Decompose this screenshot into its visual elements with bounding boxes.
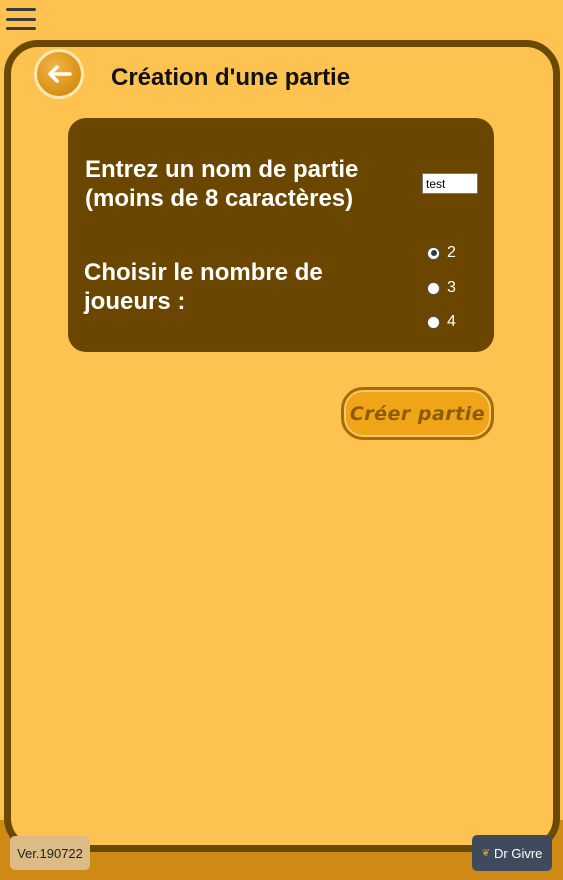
player-option-label: 4 xyxy=(447,313,456,330)
player-count-label-line1: Choisir le nombre de xyxy=(84,259,323,286)
player-count-label-line2: joueurs : xyxy=(84,288,186,315)
radio-button-2[interactable] xyxy=(427,246,440,260)
player-option-2[interactable]: 2 xyxy=(427,244,456,262)
user-name: Dr Givre xyxy=(494,845,543,861)
game-name-label-line1: Entrez un nom de partie xyxy=(85,156,359,183)
version-badge: Ver.190722 xyxy=(10,836,90,870)
create-game-button[interactable]: Créer partie xyxy=(341,387,494,440)
back-button[interactable] xyxy=(34,49,84,99)
leaf-icon: ❦ xyxy=(481,847,490,859)
page-title: Création d'une partie xyxy=(111,64,351,91)
player-option-label: 3 xyxy=(447,279,456,296)
game-name-label: Entrez un nom de partie (moins de 8 cara… xyxy=(85,155,405,213)
arrow-left-icon xyxy=(48,65,72,83)
game-name-input[interactable] xyxy=(422,173,478,194)
player-option-4[interactable]: 4 xyxy=(427,313,456,331)
hamburger-menu-icon[interactable] xyxy=(6,8,36,30)
player-count-label: Choisir le nombre de joueurs : xyxy=(84,258,404,316)
player-option-3[interactable]: 3 xyxy=(427,279,456,297)
player-option-label: 2 xyxy=(447,244,456,261)
radio-button-3[interactable] xyxy=(427,281,440,295)
radio-button-4[interactable] xyxy=(427,315,440,329)
game-name-label-line2: (moins de 8 caractères) xyxy=(85,185,354,212)
user-button[interactable]: ❦ Dr Givre xyxy=(472,835,552,871)
